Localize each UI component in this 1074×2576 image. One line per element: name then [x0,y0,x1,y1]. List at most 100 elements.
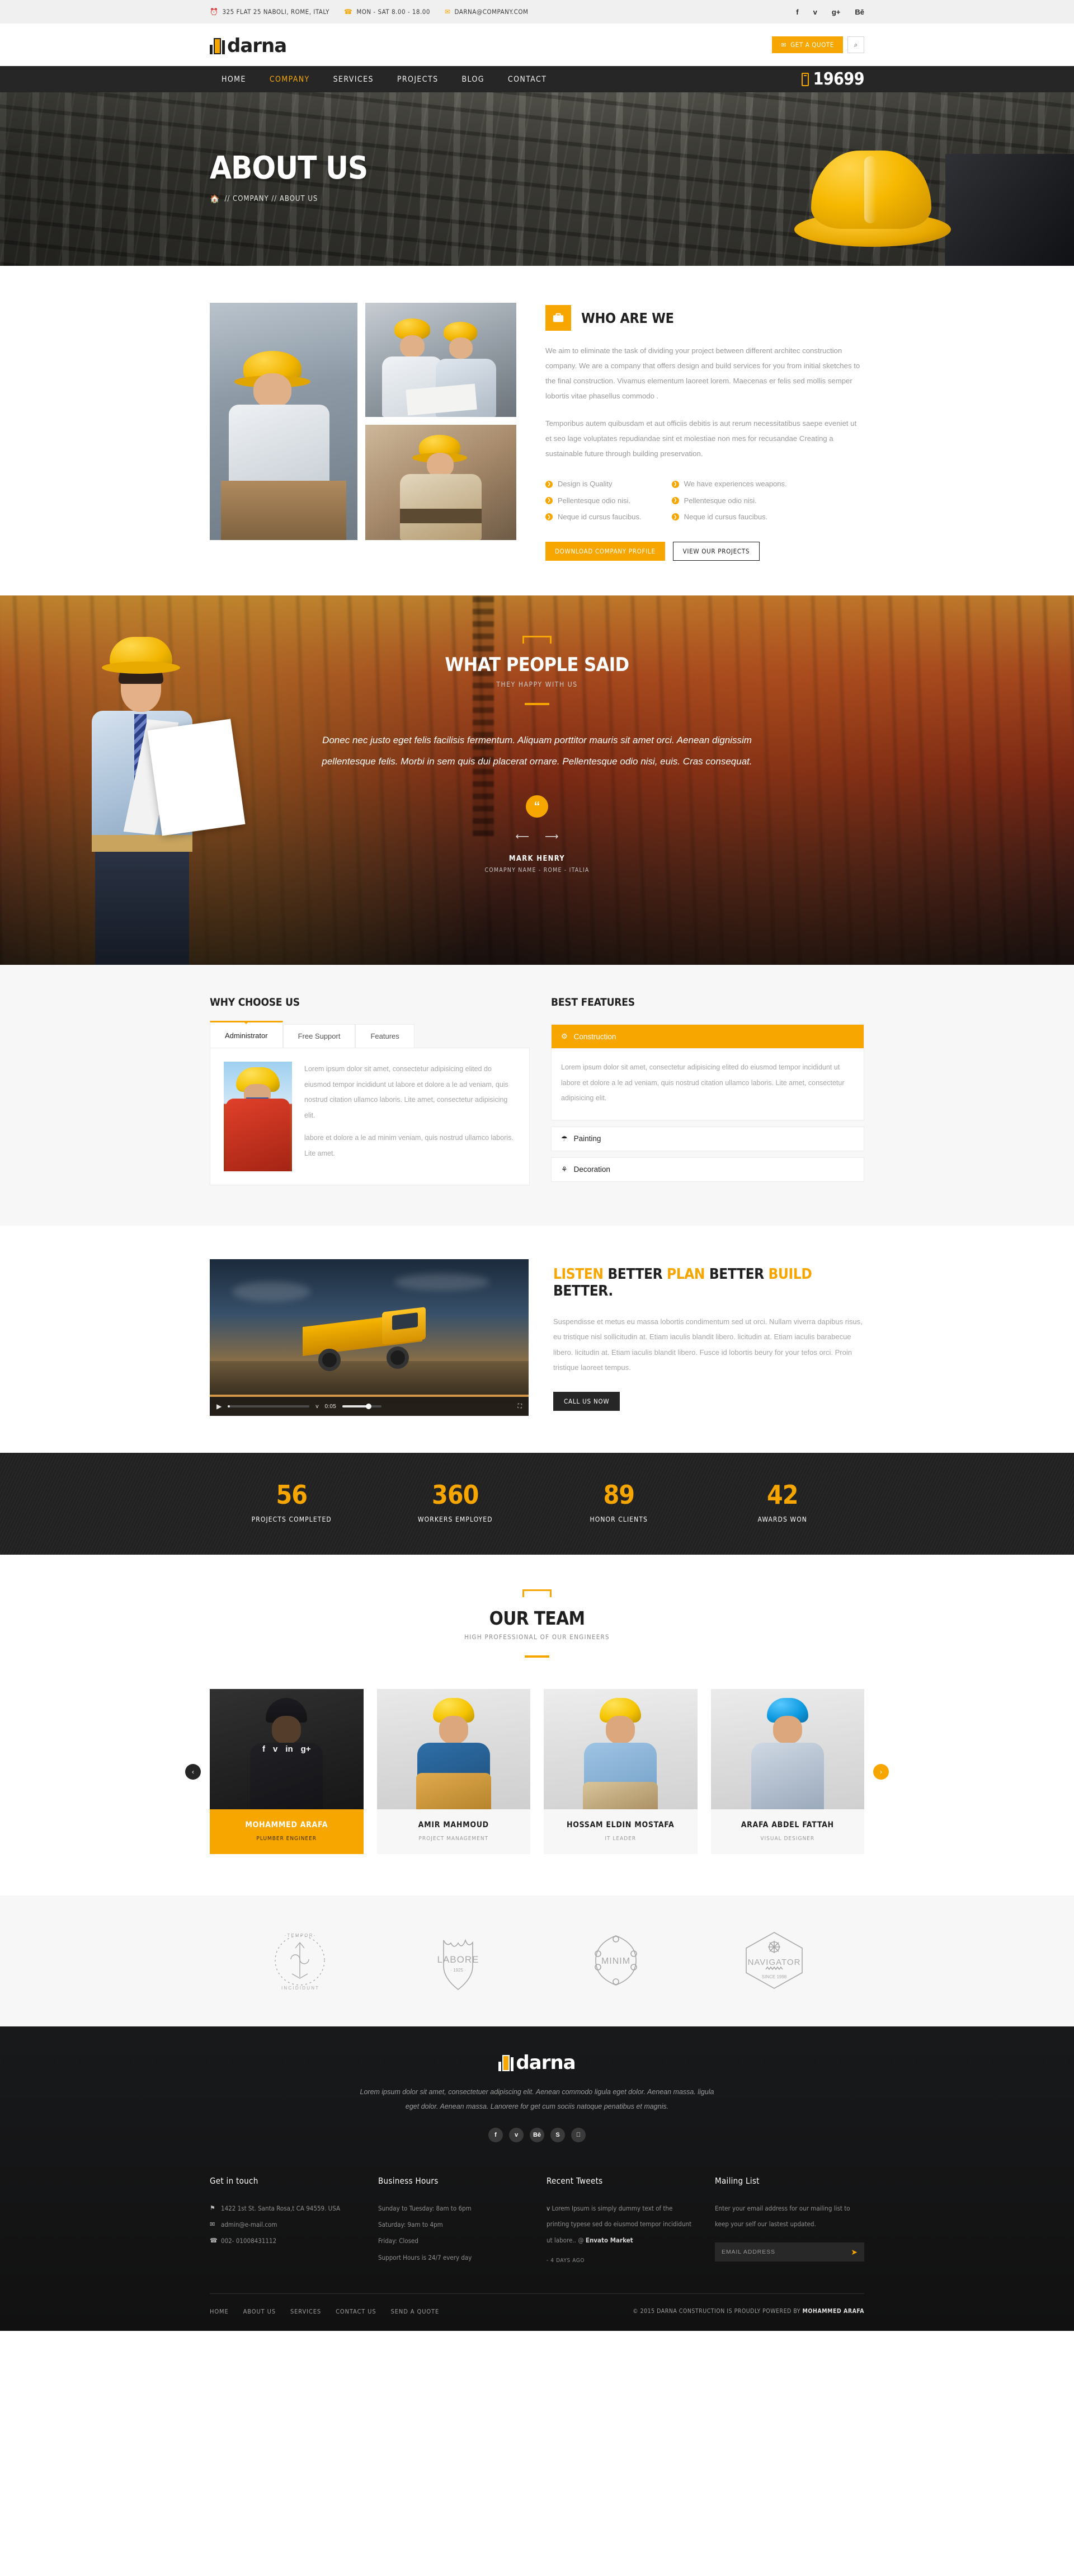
view-our-projects-button[interactable]: VIEW OUR PROJECTS [672,542,760,561]
play-icon[interactable]: ▶ [216,1402,222,1410]
nav-phone[interactable]: 19699 [801,71,865,88]
testimonial-prev-arrow[interactable]: ⟵ [516,831,529,842]
feature-item-painting: ☂ Painting [551,1126,864,1151]
nav-link-home[interactable]: HOME [210,75,258,84]
clients-logos-section: - T E M P O R - I N C I D I D U N T LABO… [0,1895,1074,2027]
submit-icon[interactable]: ➤ [851,2247,858,2257]
linkedin-icon[interactable]: in [285,1744,293,1754]
nav-menu: HOME COMPANY SERVICES PROJECTS BLOG CONT… [210,66,558,92]
client-logo-labore[interactable]: LABORE · 1925 · [379,1927,538,1994]
nav-item-contact[interactable]: CONTACT [496,66,558,92]
home-icon[interactable]: 🏠 [210,194,220,204]
tab-features[interactable]: Features [355,1024,414,1048]
call-us-now-button[interactable]: CALL US NOW [553,1392,620,1411]
team-member-card[interactable]: HOSSAM ELDIN MOSTAFA IT LEADER [544,1689,698,1855]
testimonial-next-arrow[interactable]: ⟶ [545,831,558,842]
logo-mark-icon [498,2052,514,2072]
footer-tweet: ᴠ Lorem Ipsum is simply dummy text of th… [547,2200,696,2268]
team-member-card[interactable]: ARAFA ABDEL FATTAH VISUAL DESIGNER [710,1689,864,1855]
team-member-card[interactable]: f ᴠ in g+ MOHAMMED ARAFA PLUMBER ENGINEE… [210,1689,364,1855]
quote-icon: “ [526,795,548,818]
nav-item-home[interactable]: HOME [210,66,258,92]
feature-header-construction[interactable]: ⚙ Construction [552,1025,864,1049]
feature-header-painting[interactable]: ☂ Painting [552,1127,864,1151]
site-logo[interactable]: darna [210,35,287,55]
get-a-quote-button[interactable]: ✉ GET A QUOTE [772,36,843,53]
footer-link-services[interactable]: SERVICES [290,2306,321,2316]
footer-logo[interactable]: darna [210,2052,864,2072]
list-item: Support Hours is 24/7 every day [378,2253,472,2261]
who-feature-lists: ❯ Design is Quality ❯ Pellentesque odio ni… [545,476,864,525]
twitter-icon[interactable]: ᴠ [273,1744,277,1754]
why-tab-panel: Lorem ipsum dolor sit amet, consectetur … [210,1048,530,1186]
footer-column-title: Recent Tweets [547,2175,603,2186]
apple-icon[interactable]:  [571,2127,586,2142]
video-progress-bar[interactable] [228,1405,310,1408]
video-truck [294,1307,434,1374]
gallery-image-bottom [365,425,516,540]
download-company-profile-button[interactable]: DOWNLOAD COMPANY PROFILE [545,542,665,561]
team-title: OUR TEAM [489,1607,585,1630]
team-heading: OUR TEAM HIGH PROFESSIONAL OF OUR ENGINE… [210,1589,864,1658]
footer-column-title: Get in touch [210,2175,258,2186]
nav-item-company[interactable]: COMPANY [258,66,322,92]
testimonial-quote: Donec nec justo eget felis facilisis fer… [322,735,752,767]
client-logo-bottom-text: I N C I D I D U N T [281,1986,318,1991]
phone-icon: ☎ [343,8,353,16]
team-next-button[interactable]: › [873,1763,889,1780]
nav-item-blog[interactable]: BLOG [450,66,496,92]
feature-header-decoration[interactable]: ⚘ Decoration [552,1158,864,1181]
facebook-icon[interactable]: f [488,2127,503,2142]
footer-column-title: Business Hours [378,2175,439,2186]
facebook-icon[interactable]: f [262,1744,265,1754]
google-plus-icon[interactable]: g+ [832,8,841,16]
nav-link-company[interactable]: COMPANY [258,75,322,84]
footer-bottom: HOME ABOUT US SERVICES CONTACT US SEND A… [210,2293,864,2331]
site-header: darna ✉ GET A QUOTE ⌕ [0,24,1074,66]
team-member-name: MOHAMMED ARAFA [245,1820,328,1830]
nav-item-services[interactable]: SERVICES [322,66,385,92]
nav-link-services[interactable]: SERVICES [322,75,385,84]
volume-icon[interactable]: ᴠ [315,1403,318,1410]
footer-link-contact-us[interactable]: CONTACT US [336,2306,376,2316]
twitter-icon[interactable]: ᴠ [509,2127,524,2142]
facebook-icon[interactable]: f [796,8,798,16]
client-logo-minim[interactable]: MINIM [537,1927,695,1994]
nav-link-contact[interactable]: CONTACT [496,75,558,84]
volume-slider[interactable] [342,1404,382,1410]
header-actions: ✉ GET A QUOTE ⌕ [772,36,864,53]
client-logo-navigator[interactable]: NAVIGATOR SINCE 1998 [695,1927,854,1994]
search-button[interactable]: ⌕ [847,36,864,53]
footer-copyright-author: MOHAMMED ARAFA [802,2307,864,2315]
nav-link-blog[interactable]: BLOG [450,75,496,84]
page-banner: ABOUT US 🏠 // COMPANY // ABOUT US [0,92,1074,266]
client-logo-tempor[interactable]: - T E M P O R - I N C I D I D U N T [221,1927,379,1994]
footer-link-send-a-quote[interactable]: SEND A QUOTE [391,2306,440,2316]
mobile-phone-icon [801,72,809,86]
team-member-photo [710,1689,864,1810]
behance-icon[interactable]: Bē [855,8,864,16]
why-choose-us-title: WHY CHOOSE US [210,996,300,1009]
section-bracket-ornament [522,1589,552,1598]
footer-link-about-us[interactable]: ABOUT US [243,2306,276,2316]
fullscreen-icon[interactable]: ⛶ [518,1403,522,1410]
google-plus-icon[interactable]: g+ [301,1744,311,1754]
nav-link-projects[interactable]: PROJECTS [385,75,450,84]
why-panel-text: Lorem ipsum dolor sit amet, consectetur … [304,1062,516,1171]
nav-item-projects[interactable]: PROJECTS [385,66,450,92]
team-member-card[interactable]: AMIR MAHMOUD PROJECT MANAGEMENT [376,1689,530,1855]
footer-link-home[interactable]: HOME [210,2306,229,2316]
tab-administrator[interactable]: Administrator [210,1021,283,1048]
listen-better-section: ▶ ᴠ 0:05 ⛶ LISTEN BETTER PLAN BETTER BUI… [0,1226,1074,1453]
who-gallery [210,303,523,561]
video-player[interactable]: ▶ ᴠ 0:05 ⛶ [210,1259,529,1416]
behance-icon[interactable]: Bē [530,2127,544,2142]
team-prev-button[interactable]: ‹ [185,1763,201,1780]
team-member-info: HOSSAM ELDIN MOSTAFA IT LEADER [544,1809,698,1855]
tab-free-support[interactable]: Free Support [282,1024,356,1048]
skype-icon[interactable]: S [550,2127,565,2142]
email-input[interactable] [722,2249,851,2256]
twitter-icon[interactable]: ᴠ [813,8,817,16]
topbar-info: ⏰ 325 FLAT 25 NABOLI, ROME, ITALY ☎ MON … [210,8,528,16]
footer-tweet-handle[interactable]: Envato Market [586,2236,633,2244]
